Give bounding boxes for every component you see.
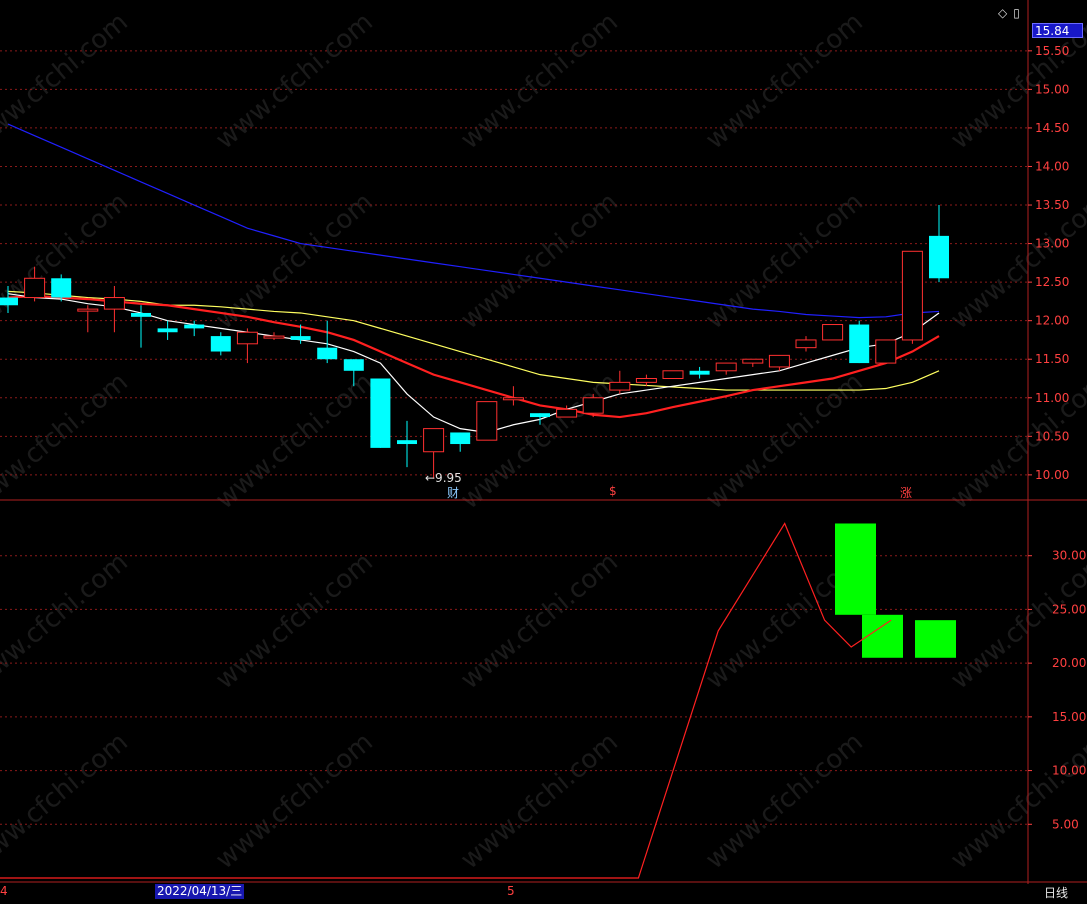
candle-body-up — [77, 308, 99, 312]
watermark-text: www.cfchi.com — [0, 367, 134, 515]
indicator-tick-label: 25.00 — [1052, 602, 1086, 616]
candle-body-up — [768, 354, 790, 368]
indicator-tick-label: 15.00 — [1052, 710, 1086, 724]
price-tick-label: 13.50 — [1035, 198, 1069, 212]
candle-body-up — [103, 297, 125, 310]
candle-body-down — [929, 235, 949, 279]
watermark-text: www.cfchi.com — [455, 547, 624, 695]
candle-body-up — [715, 362, 737, 372]
indicator-tick-label: 20.00 — [1052, 656, 1086, 670]
price-tick-label: 10.50 — [1035, 429, 1069, 443]
candle-body-up — [742, 358, 764, 364]
watermark-text: www.cfchi.com — [700, 727, 869, 875]
diamond-icon[interactable]: ◇ — [998, 6, 1007, 20]
watermark-text: www.cfchi.com — [700, 7, 869, 155]
candle-body-down — [157, 328, 178, 333]
candle-body-down — [0, 297, 18, 306]
candle-body-up — [795, 339, 817, 349]
watermark-text: www.cfchi.com — [0, 547, 134, 695]
candle-body-up — [502, 397, 524, 401]
price-tick-label: 14.00 — [1035, 159, 1069, 173]
event-marker-finance[interactable]: 财 — [447, 484, 459, 501]
watermark-text: www.cfchi.com — [210, 7, 379, 155]
moving-average-lines — [7, 123, 940, 434]
period-selector[interactable]: 日线 — [1044, 884, 1068, 901]
watermark-text: www.cfchi.com — [210, 367, 379, 515]
window-controls[interactable]: ◇ ▯ — [998, 6, 1026, 20]
event-marker-limit-up[interactable]: 涨 — [900, 484, 912, 501]
indicator-panel — [0, 522, 956, 879]
candle-body-up — [901, 250, 923, 341]
indicator-tick-label: 5.00 — [1052, 817, 1079, 831]
price-tick-label: 13.00 — [1035, 237, 1069, 251]
watermark-text: www.cfchi.com — [0, 7, 134, 155]
indicator-bar — [835, 523, 876, 615]
candle-body-up — [662, 370, 684, 379]
watermark-layer: www.cfchi.com www.cfchi.com www.cfchi.com w… — [0, 7, 1087, 875]
candle-body-up — [582, 397, 604, 414]
current-price-badge: 15.84 — [1032, 23, 1083, 38]
candle-body-up — [423, 428, 445, 453]
x-axis-tick-left: 4 — [0, 884, 8, 898]
cursor-date-badge: 2022/04/13/三 — [155, 884, 245, 899]
price-tick-label: 11.00 — [1035, 391, 1069, 405]
watermark-text: www.cfchi.com — [455, 727, 624, 875]
price-tick-label: 15.50 — [1035, 44, 1069, 58]
x-axis-tick-mid: 5 — [507, 884, 515, 898]
price-tick-label: 12.50 — [1035, 275, 1069, 289]
candle-body-down — [210, 336, 231, 352]
indicator-tick-label: 30.00 — [1052, 549, 1086, 563]
candle-body-up — [556, 408, 578, 418]
candle-body-down — [290, 336, 311, 340]
candle-body-up — [24, 277, 46, 299]
window-restore-icon[interactable]: ▯ — [1013, 6, 1020, 20]
indicator-tick-label: 10.00 — [1052, 764, 1086, 778]
price-tick-label: 14.50 — [1035, 121, 1069, 135]
candle-body-up — [236, 331, 258, 345]
candle-body-up — [875, 339, 897, 364]
candle-body-down — [397, 440, 417, 445]
candle-body-down — [450, 432, 471, 445]
candle-body-down — [51, 278, 72, 298]
candle-body-down — [184, 324, 205, 329]
price-tick-label: 15.00 — [1035, 82, 1069, 96]
watermark-text: www.cfchi.com — [945, 547, 1087, 695]
watermark-text: www.cfchi.com — [455, 7, 624, 155]
candle-body-up — [635, 378, 657, 383]
event-marker-dividend[interactable]: $ — [609, 484, 617, 498]
watermark-text: www.cfchi.com — [455, 187, 624, 335]
grid-lines — [0, 50, 1028, 825]
watermark-text: www.cfchi.com — [700, 367, 869, 515]
candle-body-down — [343, 359, 364, 371]
price-tick-label: 12.00 — [1035, 314, 1069, 328]
candle-body-down — [317, 347, 338, 360]
price-tick-label: 10.00 — [1035, 468, 1069, 482]
candle-body-down — [689, 370, 710, 375]
candle-body-up — [263, 335, 285, 339]
price-tick-label: 11.50 — [1035, 352, 1069, 366]
watermark-text: www.cfchi.com — [700, 187, 869, 335]
low-price-annotation: ←9.95 — [425, 471, 462, 485]
candle-body-down — [530, 413, 550, 418]
indicator-bar — [915, 620, 956, 658]
watermark-text: www.cfchi.com — [0, 727, 134, 875]
watermark-text: www.cfchi.com — [210, 547, 379, 695]
candle-body-down — [849, 324, 870, 364]
candle-body-up — [822, 324, 844, 341]
chart-canvas: www.cfchi.com www.cfchi.com www.cfchi.com w… — [0, 0, 1087, 884]
candle-body-up — [609, 381, 631, 391]
watermark-text: www.cfchi.com — [945, 727, 1087, 875]
candle-body-down — [370, 378, 391, 448]
candle-body-down — [131, 312, 151, 317]
watermark-text: www.cfchi.com — [210, 727, 379, 875]
candle-body-up — [476, 401, 498, 441]
watermark-text: www.cfchi.com — [0, 187, 134, 335]
